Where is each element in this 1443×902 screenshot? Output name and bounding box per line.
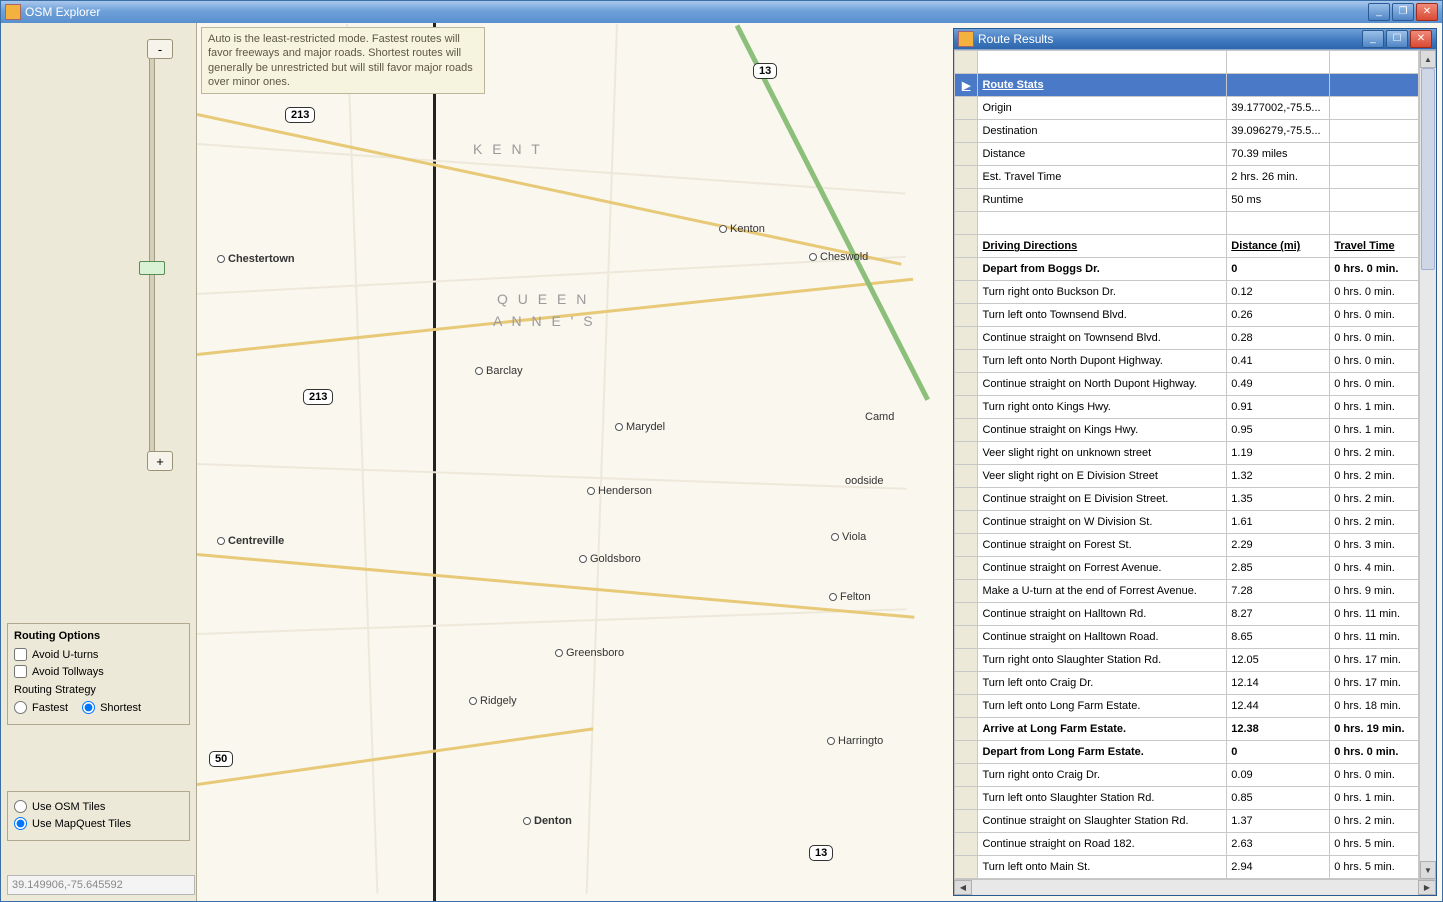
- route-results-titlebar[interactable]: Route Results _ ☐ ✕: [954, 29, 1436, 49]
- town-label: Henderson: [587, 485, 652, 497]
- app-icon: [5, 4, 21, 20]
- town-label: Cheswold: [809, 251, 868, 263]
- zoom-slider-thumb[interactable]: [139, 261, 165, 275]
- town-label: Chestertown: [217, 253, 295, 265]
- route-shield: 213: [303, 389, 333, 405]
- close-button[interactable]: ✕: [1416, 3, 1438, 21]
- tile-source-group: Use OSM Tiles Use MapQuest Tiles: [7, 791, 190, 841]
- town-label: Harringto: [827, 735, 883, 747]
- route-results-grid[interactable]: ▶Route StatsOrigin39.177002,-75.5...Dest…: [954, 50, 1419, 879]
- town-label: Centreville: [217, 535, 284, 547]
- avoid-tollways-checkbox[interactable]: Avoid Tollways: [14, 663, 183, 680]
- route-shield: 13: [809, 845, 833, 861]
- zoom-in-button[interactable]: +: [147, 451, 173, 471]
- town-label: Denton: [523, 815, 572, 827]
- scroll-right-icon[interactable]: ▶: [1418, 880, 1436, 895]
- strategy-fastest-radio[interactable]: Fastest: [14, 699, 68, 716]
- routing-options-title: Routing Options: [14, 626, 183, 646]
- route-minimize-button[interactable]: _: [1362, 30, 1384, 48]
- route-close-button[interactable]: ✕: [1410, 30, 1432, 48]
- scroll-up-icon[interactable]: ▲: [1420, 50, 1436, 68]
- zoom-slider-track[interactable]: [149, 58, 155, 460]
- route-results-title: Route Results: [978, 32, 1053, 46]
- app-title: OSM Explorer: [25, 5, 100, 19]
- routing-strategy-label: Routing Strategy: [14, 680, 183, 696]
- route-shield: 50: [209, 751, 233, 767]
- route-maximize-button[interactable]: ☐: [1386, 30, 1408, 48]
- route-shield: 13: [753, 63, 777, 79]
- route-results-window: Route Results _ ☐ ✕ ▶Route StatsOrigin39…: [953, 28, 1437, 896]
- county-label: Q U E E N: [497, 291, 589, 307]
- town-label: Viola: [831, 531, 866, 543]
- strategy-shortest-radio[interactable]: Shortest: [82, 699, 141, 716]
- route-horizontal-scrollbar[interactable]: ◀ ▶: [954, 879, 1436, 895]
- town-label: Camd: [865, 411, 894, 423]
- restore-button[interactable]: ❐: [1392, 3, 1414, 21]
- zoom-out-button[interactable]: -: [147, 39, 173, 59]
- scroll-left-icon[interactable]: ◀: [954, 880, 972, 895]
- scroll-thumb[interactable]: [1421, 68, 1435, 270]
- town-label: Barclay: [475, 365, 523, 377]
- town-label: Greensboro: [555, 647, 624, 659]
- town-label: Ridgely: [469, 695, 517, 707]
- avoid-uturns-checkbox[interactable]: Avoid U-turns: [14, 646, 183, 663]
- county-label: K E N T: [473, 141, 543, 157]
- app-titlebar[interactable]: OSM Explorer _ ❐ ✕: [1, 1, 1442, 23]
- town-label: Marydel: [615, 421, 665, 433]
- client-area: - + Routing Options Avoid U-turns Avoid …: [1, 23, 1442, 901]
- tiles-osm-radio[interactable]: Use OSM Tiles: [14, 794, 183, 815]
- route-vertical-scrollbar[interactable]: ▲ ▼: [1419, 50, 1436, 879]
- county-label: A N N E ' S: [493, 313, 596, 329]
- town-label: Kenton: [719, 223, 765, 235]
- route-results-icon: [958, 31, 974, 47]
- scroll-down-icon[interactable]: ▼: [1420, 861, 1436, 879]
- routing-options-group: Routing Options Avoid U-turns Avoid Toll…: [7, 623, 190, 725]
- town-label: Felton: [829, 591, 871, 603]
- route-shield: 213: [285, 107, 315, 123]
- left-panel: - + Routing Options Avoid U-turns Avoid …: [1, 23, 197, 901]
- town-label: Goldsboro: [579, 553, 641, 565]
- mode-tooltip: Auto is the least-restricted mode. Faste…: [201, 27, 485, 94]
- minimize-button[interactable]: _: [1368, 3, 1390, 21]
- town-label: oodside: [845, 475, 884, 487]
- app-window: OSM Explorer _ ❐ ✕ - + Routing Options A…: [0, 0, 1443, 902]
- coordinate-readout: 39.149906,-75.645592: [7, 875, 195, 895]
- tiles-mapquest-radio[interactable]: Use MapQuest Tiles: [14, 815, 183, 832]
